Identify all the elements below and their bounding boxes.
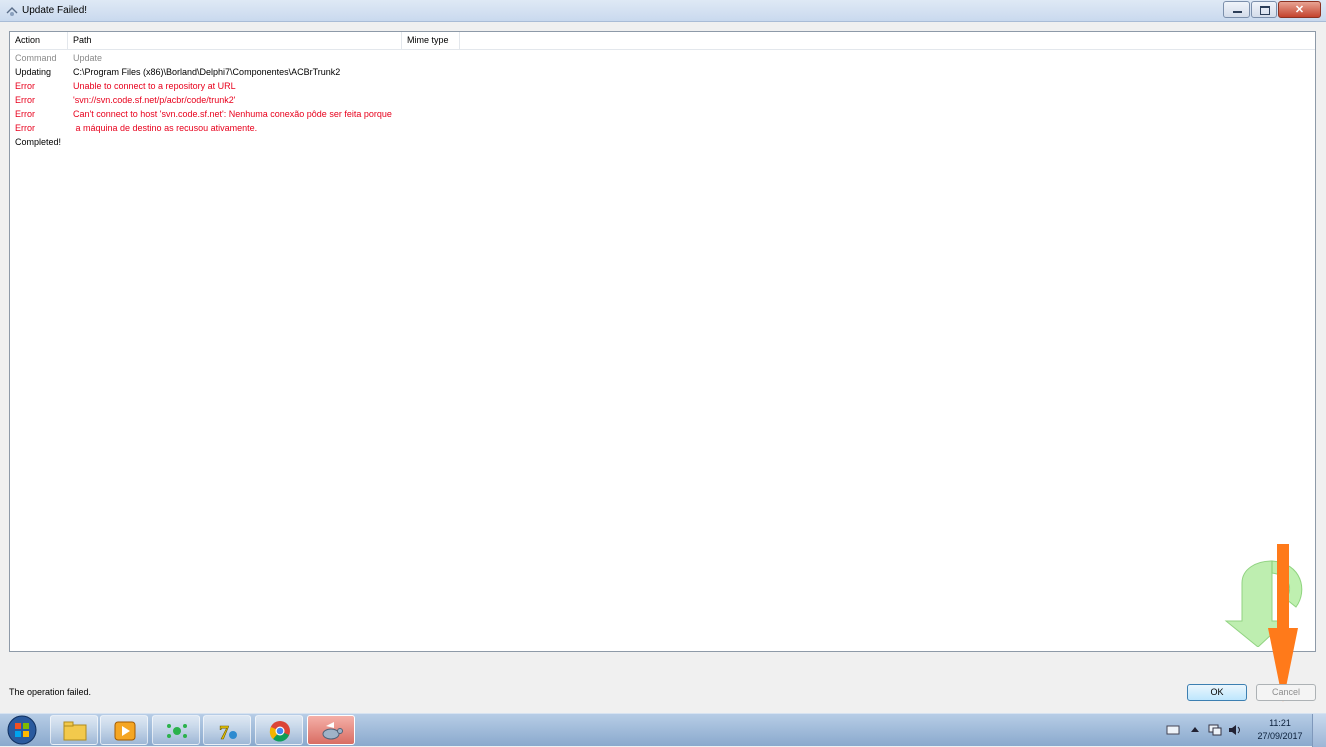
minimize-button[interactable] (1223, 1, 1250, 18)
network-status-icon[interactable] (1208, 724, 1222, 736)
close-icon: ✕ (1294, 4, 1305, 16)
taskbar-delphi7[interactable]: 7 (203, 715, 251, 745)
chrome-icon (269, 721, 290, 742)
restore-icon (1260, 6, 1270, 15)
row-action: Error (15, 123, 35, 133)
row-action: Error (15, 81, 35, 91)
file-explorer-icon (63, 721, 87, 741)
restore-button[interactable] (1251, 1, 1277, 18)
row-action: Error (15, 95, 35, 105)
cancel-button[interactable]: Cancel (1256, 684, 1316, 701)
tortoisesvn-icon (322, 722, 343, 740)
row-path: Update (73, 53, 103, 63)
show-desktop-button[interactable] (1312, 714, 1326, 747)
row-path: C:\Program Files (x86)\Borland\Delphi7\C… (73, 67, 341, 77)
window-controls: ✕ (1222, 1, 1321, 18)
tortoise-update-icon (6, 7, 18, 16)
taskbar-media-player[interactable] (100, 715, 148, 745)
clock-time: 11:21 (1269, 718, 1291, 728)
column-header-path[interactable]: Path (68, 32, 402, 49)
list-header: Action Path Mime type (10, 32, 1315, 50)
row-action: Completed! (15, 137, 62, 147)
ok-button[interactable]: OK (1187, 684, 1247, 701)
volume-icon[interactable] (1228, 724, 1242, 736)
title-bar: Update Failed! ✕ (0, 0, 1326, 22)
row-action: Command (15, 53, 57, 63)
row-action: Updating (15, 67, 52, 77)
taskbar-tortoisesvn[interactable] (307, 715, 355, 745)
row-path: 'svn://svn.code.sf.net/p/acbr/code/trunk… (73, 95, 236, 105)
start-orb-icon[interactable] (6, 715, 38, 745)
row-path: a máquina de destino as recusou ativamen… (73, 123, 258, 133)
taskbar-clock[interactable]: 11:21 27/09/2017 (1252, 717, 1308, 743)
row-path: Can't connect to host 'svn.code.sf.net':… (73, 109, 392, 119)
delphi7-icon: 7 (219, 722, 237, 742)
column-header-mime-type[interactable]: Mime type (402, 32, 460, 49)
window-title: Update Failed! (22, 5, 88, 16)
taskbar: 7 11:21 27/09/2017 (0, 713, 1326, 747)
clock-date: 27/09/2017 (1257, 731, 1303, 741)
network-app-icon (167, 724, 187, 738)
close-button[interactable]: ✕ (1278, 1, 1321, 18)
update-log-list[interactable]: Action Path Mime type Command Update Upd… (9, 31, 1316, 652)
column-header-action[interactable]: Action (10, 32, 68, 49)
taskbar-chrome[interactable] (255, 715, 303, 745)
minimize-icon (1233, 11, 1242, 13)
svg-text:7: 7 (219, 722, 229, 742)
orange-annotation-arrow-icon (1268, 544, 1298, 702)
media-player-icon (114, 721, 136, 741)
row-action: Error (15, 109, 35, 119)
keyboard-icon[interactable] (1166, 724, 1180, 736)
show-hidden-icons-icon[interactable] (1190, 724, 1200, 736)
row-path: Unable to connect to a repository at URL (73, 81, 236, 91)
taskbar-file-explorer[interactable] (50, 715, 98, 745)
taskbar-network-app[interactable] (152, 715, 200, 745)
status-message: The operation failed. (9, 687, 92, 697)
